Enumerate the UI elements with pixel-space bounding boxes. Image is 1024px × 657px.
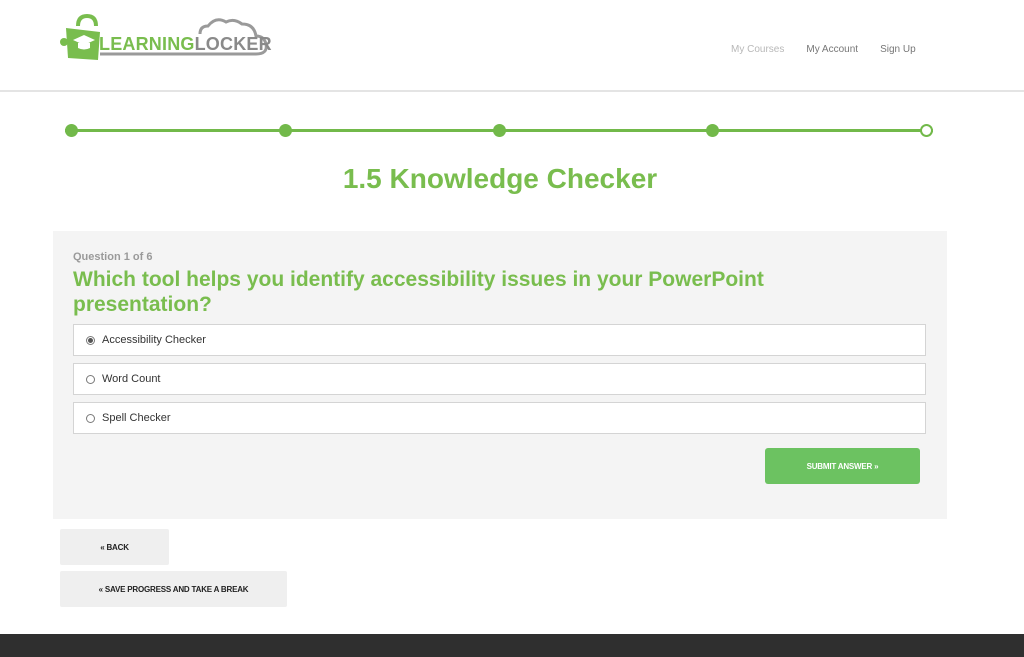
progress-step-dot: [492, 124, 506, 137]
radio-button[interactable]: [86, 374, 95, 384]
lesson-progress-bar: [65, 124, 935, 138]
answer-option-label: Accessibility Checker: [102, 334, 206, 346]
answer-option-spell-checker[interactable]: Spell Checker: [73, 402, 926, 434]
question-counter: Question 1 of 6: [73, 251, 153, 263]
radio-button[interactable]: [86, 335, 95, 345]
nav-my-account[interactable]: My Account: [806, 44, 858, 55]
logo-learning-text: LEARNING: [99, 34, 195, 54]
answer-option-label: Word Count: [102, 373, 161, 385]
progress-step-dot: [920, 124, 933, 137]
quiz-panel: Question 1 of 6 Which tool helps you ide…: [53, 231, 947, 519]
save-progress-button[interactable]: « SAVE PROGRESS AND TAKE A BREAK: [60, 571, 287, 607]
progress-step-dot: [65, 124, 78, 137]
submit-answer-button[interactable]: SUBMIT ANSWER »: [765, 448, 920, 484]
logo-wordmark: LEARNINGLOCKER: [99, 34, 272, 55]
site-header: LEARNINGLOCKER My Courses My Account Sig…: [0, 0, 1024, 92]
progress-step-dot: [278, 124, 292, 137]
top-nav: My Courses My Account Sign Up: [731, 44, 916, 55]
page-title: 1.5 Knowledge Checker: [342, 163, 658, 194]
answer-option-label: Spell Checker: [102, 412, 171, 424]
logo-locker-text: LOCKER: [194, 34, 272, 54]
answer-option-accessibility-checker[interactable]: Accessibility Checker: [73, 324, 926, 356]
progress-step-dot: [706, 124, 720, 137]
back-button[interactable]: « BACK: [60, 529, 169, 565]
radio-button[interactable]: [86, 413, 95, 423]
nav-sign-up[interactable]: Sign Up: [880, 44, 916, 55]
question-text: Which tool helps you identify accessibil…: [73, 268, 764, 316]
site-footer: [0, 634, 1024, 657]
nav-my-courses[interactable]: My Courses: [731, 44, 784, 55]
learninglocker-logo[interactable]: LEARNINGLOCKER: [60, 13, 272, 62]
answer-option-word-count[interactable]: Word Count: [73, 363, 926, 395]
